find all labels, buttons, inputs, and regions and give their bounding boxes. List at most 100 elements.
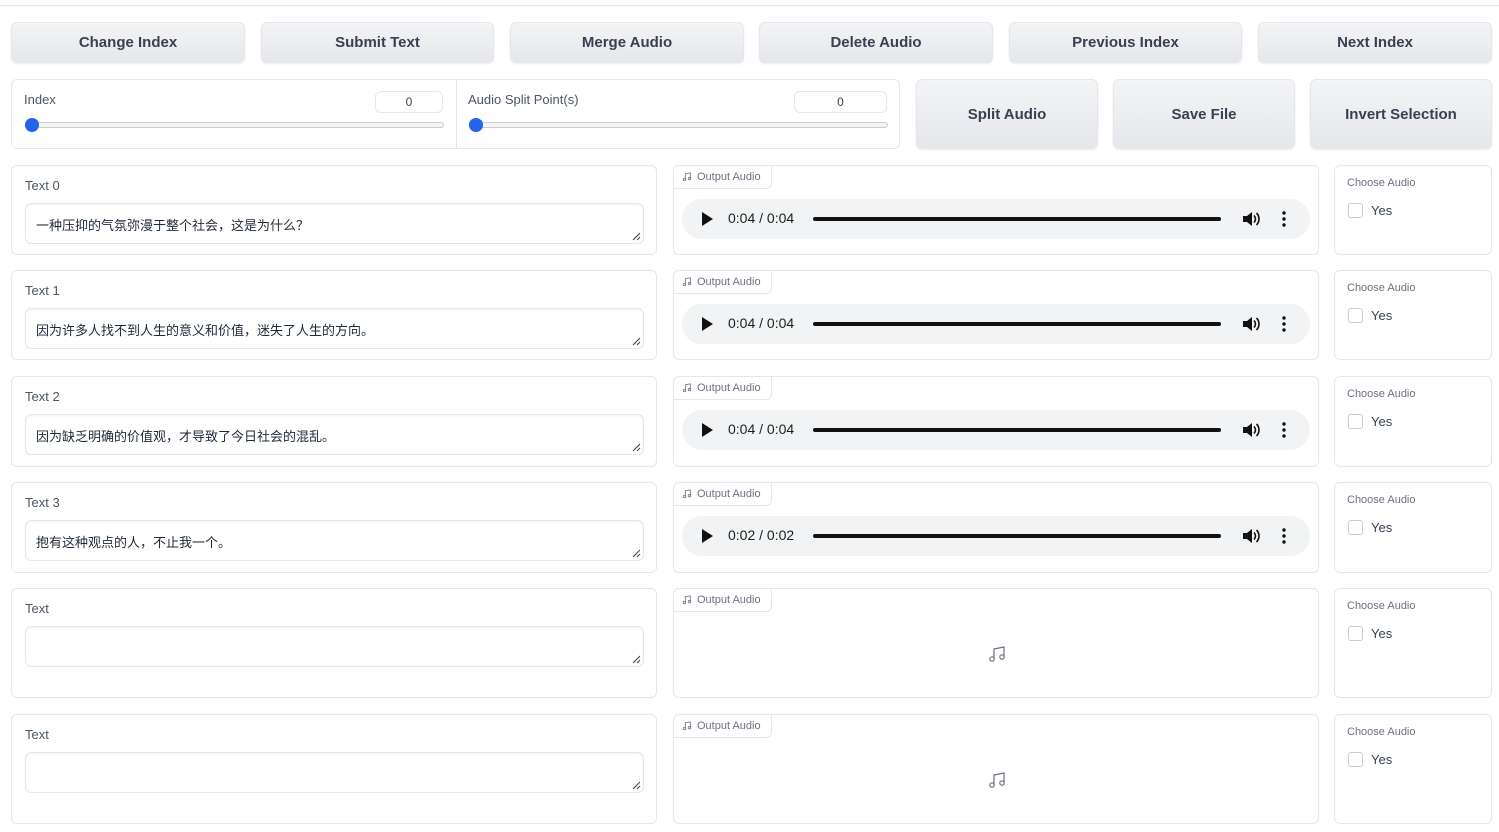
resize-grip-icon[interactable] [631, 780, 641, 790]
more-vertical-icon[interactable] [1282, 211, 1286, 227]
text-area[interactable]: 一种压抑的气氛弥漫于整个社会，这是为什么？ [25, 203, 644, 244]
yes-checkbox-label[interactable]: Yes [1371, 308, 1392, 323]
index-slider-track[interactable] [25, 122, 444, 128]
text-block: Text [11, 588, 657, 698]
volume-icon[interactable] [1242, 422, 1260, 438]
yes-checkbox-label[interactable]: Yes [1371, 626, 1392, 641]
resize-grip-icon[interactable] [631, 548, 641, 558]
audio-time: 0:04 / 0:04 [728, 210, 795, 226]
choose-audio-label: Choose Audio [1347, 494, 1416, 506]
resize-grip-icon[interactable] [631, 654, 641, 664]
delete-audio-button[interactable]: Delete Audio [759, 22, 993, 63]
empty-audio-music-note-icon [989, 772, 1005, 788]
audio-player: 0:04 / 0:04 [682, 199, 1310, 239]
audio-row-2: Text 2 因为缺乏明确的价值观，才导致了今日社会的混乱。 Output Au… [11, 376, 1492, 467]
yes-checkbox-label[interactable]: Yes [1371, 752, 1392, 767]
output-audio-label: Output Audio [697, 382, 761, 394]
submit-text-button[interactable]: Submit Text [261, 22, 494, 63]
text-label: Text 3 [25, 495, 60, 510]
more-vertical-icon[interactable] [1282, 316, 1286, 332]
yes-checkbox-label[interactable]: Yes [1371, 203, 1392, 218]
audio-time: 0:04 / 0:04 [728, 315, 795, 331]
output-audio-label-tab: Output Audio [674, 715, 772, 738]
output-audio-label: Output Audio [697, 594, 761, 606]
text-area[interactable] [25, 626, 644, 667]
music-note-icon [682, 721, 692, 731]
music-note-icon [682, 595, 692, 605]
audio-row-3: Text 3 抱有这种观点的人，不止我一个。 Output Audio 0:02… [11, 482, 1492, 573]
resize-grip-icon[interactable] [631, 442, 641, 452]
audio-player: 0:04 / 0:04 [682, 304, 1310, 344]
index-number-input[interactable]: 0 [375, 91, 443, 113]
play-icon[interactable] [702, 212, 713, 226]
output-audio-block: Output Audio 0:04 / 0:04 [673, 165, 1319, 255]
split-slider-thumb[interactable] [469, 118, 483, 132]
output-audio-label-tab: Output Audio [674, 377, 772, 400]
more-vertical-icon[interactable] [1282, 422, 1286, 438]
save-file-button[interactable]: Save File [1113, 79, 1295, 149]
choose-audio-block: Choose Audio Yes [1334, 165, 1492, 255]
choose-audio-label: Choose Audio [1347, 388, 1416, 400]
volume-icon[interactable] [1242, 316, 1260, 332]
audio-time: 0:02 / 0:02 [728, 527, 795, 543]
output-audio-label: Output Audio [697, 488, 761, 500]
audio-progress-bar[interactable] [813, 428, 1221, 432]
audio-row-0: Text 0 一种压抑的气氛弥漫于整个社会，这是为什么？ Output Audi… [11, 165, 1492, 255]
merge-audio-button[interactable]: Merge Audio [510, 22, 744, 63]
music-note-icon [682, 383, 692, 393]
choose-audio-block: Choose Audio Yes [1334, 588, 1492, 698]
audio-row-1: Text 1 因为许多人找不到人生的意义和价值，迷失了人生的方向。 Output… [11, 270, 1492, 360]
next-index-button[interactable]: Next Index [1258, 22, 1492, 63]
text-block: Text 0 一种压抑的气氛弥漫于整个社会，这是为什么？ [11, 165, 657, 255]
index-slider-thumb[interactable] [25, 118, 39, 132]
audio-row-4: Text Output Audio Choose Audio Yes [11, 588, 1492, 698]
yes-checkbox[interactable] [1348, 308, 1363, 323]
text-area[interactable]: 抱有这种观点的人，不止我一个。 [25, 520, 644, 561]
empty-audio-music-note-icon [989, 646, 1005, 662]
output-audio-label: Output Audio [697, 171, 761, 183]
audio-row-5: Text Output Audio Choose Audio Yes [11, 714, 1492, 824]
play-icon[interactable] [702, 423, 713, 437]
music-note-icon [682, 172, 692, 182]
audio-progress-bar[interactable] [813, 534, 1221, 538]
yes-checkbox[interactable] [1348, 414, 1363, 429]
output-audio-label-tab: Output Audio [674, 589, 772, 612]
text-area[interactable]: 因为缺乏明确的价值观，才导致了今日社会的混乱。 [25, 414, 644, 455]
choose-audio-label: Choose Audio [1347, 177, 1416, 189]
yes-checkbox-label[interactable]: Yes [1371, 414, 1392, 429]
volume-icon[interactable] [1242, 211, 1260, 227]
yes-checkbox-label[interactable]: Yes [1371, 520, 1392, 535]
invert-selection-button[interactable]: Invert Selection [1310, 79, 1492, 149]
play-icon[interactable] [702, 529, 713, 543]
audio-player: 0:02 / 0:02 [682, 516, 1310, 556]
output-audio-label: Output Audio [697, 276, 761, 288]
text-block: Text [11, 714, 657, 824]
yes-checkbox[interactable] [1348, 520, 1363, 535]
split-audio-button[interactable]: Split Audio [916, 79, 1098, 149]
choose-audio-label: Choose Audio [1347, 726, 1416, 738]
music-note-icon [682, 489, 692, 499]
audio-progress-bar[interactable] [813, 217, 1221, 221]
text-label: Text 1 [25, 283, 60, 298]
yes-checkbox[interactable] [1348, 203, 1363, 218]
split-slider-track[interactable] [469, 122, 888, 128]
choose-audio-label: Choose Audio [1347, 282, 1416, 294]
slider-divider [456, 80, 457, 148]
more-vertical-icon[interactable] [1282, 528, 1286, 544]
split-number-input[interactable]: 0 [794, 91, 887, 113]
output-audio-label-tab: Output Audio [674, 483, 772, 506]
yes-checkbox[interactable] [1348, 752, 1363, 767]
text-label: Text 0 [25, 178, 60, 193]
output-audio-block: Output Audio 0:04 / 0:04 [673, 270, 1319, 360]
text-block: Text 1 因为许多人找不到人生的意义和价值，迷失了人生的方向。 [11, 270, 657, 360]
yes-checkbox[interactable] [1348, 626, 1363, 641]
resize-grip-icon[interactable] [631, 336, 641, 346]
previous-index-button[interactable]: Previous Index [1009, 22, 1242, 63]
audio-progress-bar[interactable] [813, 322, 1221, 326]
volume-icon[interactable] [1242, 528, 1260, 544]
change-index-button[interactable]: Change Index [11, 22, 245, 63]
resize-grip-icon[interactable] [631, 231, 641, 241]
text-area[interactable]: 因为许多人找不到人生的意义和价值，迷失了人生的方向。 [25, 308, 644, 349]
play-icon[interactable] [702, 317, 713, 331]
text-area[interactable] [25, 752, 644, 793]
